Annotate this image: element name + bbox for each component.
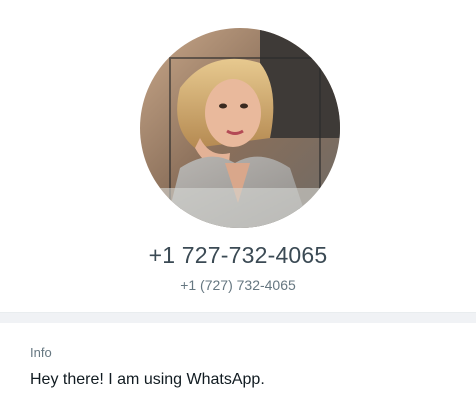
contact-info-panel: +1 727-732-4065 +1 (727) 732-4065 Info H… bbox=[0, 0, 476, 405]
about-section: Info Hey there! I am using WhatsApp. bbox=[0, 323, 476, 405]
avatar-photo bbox=[140, 28, 340, 228]
about-label: Info bbox=[30, 345, 52, 360]
contact-phone-formatted: +1 (727) 732-4065 bbox=[180, 277, 296, 293]
contact-phone-number: +1 727-732-4065 bbox=[148, 242, 328, 268]
profile-avatar[interactable] bbox=[140, 28, 340, 228]
section-divider bbox=[0, 312, 476, 323]
profile-section: +1 727-732-4065 +1 (727) 732-4065 bbox=[0, 0, 476, 312]
about-text: Hey there! I am using WhatsApp. bbox=[30, 371, 265, 388]
